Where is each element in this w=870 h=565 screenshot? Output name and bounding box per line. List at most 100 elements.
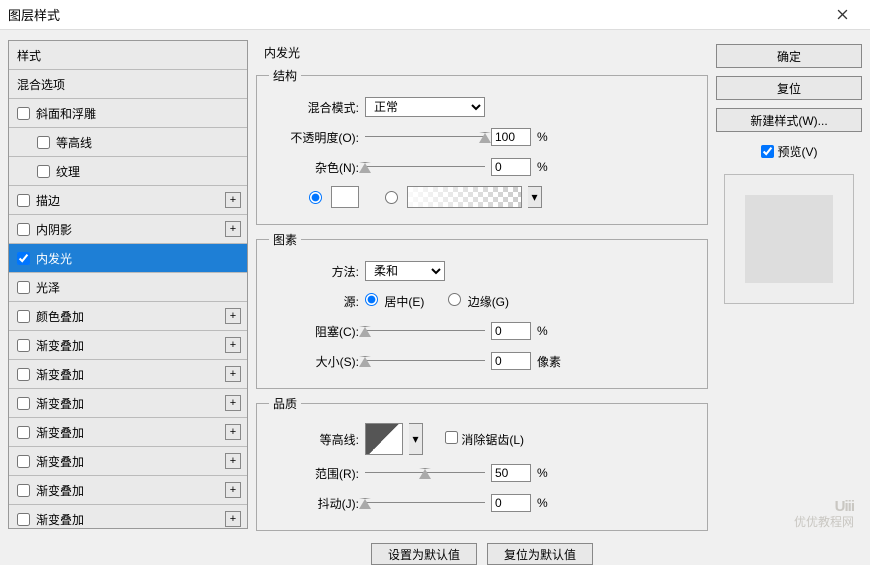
style-checkbox[interactable] [17, 426, 30, 439]
gradient-arrow[interactable]: ▾ [528, 186, 542, 208]
style-item-label: 内发光 [36, 250, 72, 267]
style-item[interactable]: 渐变叠加+ [9, 389, 247, 418]
gradient-radio[interactable] [385, 191, 398, 204]
style-item[interactable]: 斜面和浮雕 [9, 99, 247, 128]
choke-slider[interactable] [365, 324, 485, 338]
new-style-button[interactable]: 新建样式(W)... [716, 108, 862, 132]
close-button[interactable] [822, 0, 862, 30]
list-header-blend[interactable]: 混合选项 [9, 70, 247, 99]
style-checkbox[interactable] [17, 513, 30, 526]
style-item-label: 渐变叠加 [36, 337, 84, 354]
style-checkbox[interactable] [17, 252, 30, 265]
add-effect-button[interactable]: + [225, 395, 241, 411]
style-checkbox[interactable] [17, 368, 30, 381]
watermark: Uiii 优优教程网 [794, 499, 854, 529]
blend-mode-label: 混合模式: [269, 99, 359, 116]
source-center-option[interactable]: 居中(E) [365, 293, 424, 310]
style-item-label: 纹理 [56, 163, 80, 180]
structure-group: 结构 混合模式: 正常 不透明度(O): % 杂色(N): % [256, 67, 708, 225]
choke-label: 阻塞(C): [269, 323, 359, 340]
antialias-checkbox[interactable]: 消除锯齿(L) [445, 431, 524, 448]
titlebar: 图层样式 [0, 0, 870, 30]
style-item[interactable]: 渐变叠加 + [9, 331, 247, 360]
add-effect-button[interactable]: + [225, 337, 241, 353]
size-unit: 像素 [537, 353, 567, 370]
style-item[interactable]: 光泽 [9, 273, 247, 302]
action-panel: 确定 复位 新建样式(W)... 预览(V) [716, 40, 862, 529]
method-select[interactable]: 柔和 [365, 261, 445, 281]
style-item-label: 等高线 [56, 134, 92, 151]
style-item-label: 颜色叠加 [36, 308, 84, 325]
blend-mode-select[interactable]: 正常 [365, 97, 485, 117]
quality-legend: 品质 [269, 395, 301, 412]
add-effect-button[interactable]: + [225, 424, 241, 440]
ok-button[interactable]: 确定 [716, 44, 862, 68]
noise-slider[interactable] [365, 160, 485, 174]
noise-input[interactable] [491, 158, 531, 176]
add-effect-button[interactable]: + [225, 366, 241, 382]
style-item[interactable]: 渐变叠加 + [9, 360, 247, 389]
noise-label: 杂色(N): [269, 159, 359, 176]
style-checkbox[interactable] [17, 223, 30, 236]
style-checkbox[interactable] [17, 107, 30, 120]
reset-button[interactable]: 复位 [716, 76, 862, 100]
style-item[interactable]: 描边+ [9, 186, 247, 215]
size-input[interactable] [491, 352, 531, 370]
range-slider[interactable] [365, 466, 485, 480]
add-effect-button[interactable]: + [225, 482, 241, 498]
range-unit: % [537, 466, 567, 480]
style-checkbox[interactable] [17, 310, 30, 323]
style-item[interactable]: 等高线 [9, 128, 247, 157]
add-effect-button[interactable]: + [225, 308, 241, 324]
style-item[interactable]: 内发光 [9, 244, 247, 273]
range-input[interactable] [491, 464, 531, 482]
contour-picker[interactable] [365, 423, 403, 455]
source-label: 源: [269, 293, 359, 310]
gradient-swatch[interactable] [407, 186, 522, 208]
range-label: 范围(R): [269, 465, 359, 482]
opacity-unit: % [537, 130, 567, 144]
style-item-label: 斜面和浮雕 [36, 105, 96, 122]
style-checkbox[interactable] [17, 484, 30, 497]
reset-default-button[interactable]: 复位为默认值 [487, 543, 593, 565]
opacity-input[interactable] [491, 128, 531, 146]
preview-box [724, 174, 854, 304]
style-item[interactable]: 渐变叠加+ [9, 505, 247, 529]
add-effect-button[interactable]: + [225, 221, 241, 237]
add-effect-button[interactable]: + [225, 511, 241, 527]
opacity-label: 不透明度(O): [269, 129, 359, 146]
style-item[interactable]: 内阴影+ [9, 215, 247, 244]
method-label: 方法: [269, 263, 359, 280]
preview-checkbox[interactable]: 预览(V) [716, 140, 862, 162]
size-slider[interactable] [365, 354, 485, 368]
jitter-input[interactable] [491, 494, 531, 512]
style-checkbox[interactable] [17, 339, 30, 352]
set-default-button[interactable]: 设置为默认值 [371, 543, 477, 565]
choke-input[interactable] [491, 322, 531, 340]
style-item-label: 渐变叠加 [36, 366, 84, 383]
color-swatch[interactable] [331, 186, 359, 208]
list-header-styles[interactable]: 样式 [9, 41, 247, 70]
contour-arrow[interactable]: ▾ [409, 423, 423, 455]
style-item-label: 渐变叠加 [36, 453, 84, 470]
quality-group: 品质 等高线: ▾ 消除锯齿(L) 范围(R): % 抖动(J): % [256, 395, 708, 531]
add-effect-button[interactable]: + [225, 192, 241, 208]
style-checkbox[interactable] [17, 397, 30, 410]
opacity-slider[interactable] [365, 130, 485, 144]
style-item[interactable]: 渐变叠加+ [9, 476, 247, 505]
panel-title: 内发光 [256, 40, 708, 61]
style-item[interactable]: 渐变叠加 + [9, 447, 247, 476]
add-effect-button[interactable]: + [225, 453, 241, 469]
style-item[interactable]: 纹理 [9, 157, 247, 186]
style-checkbox[interactable] [37, 165, 50, 178]
jitter-slider[interactable] [365, 496, 485, 510]
style-checkbox[interactable] [17, 455, 30, 468]
style-list: 样式 混合选项 斜面和浮雕等高线纹理描边+内阴影+内发光光泽颜色叠加+渐变叠加+… [8, 40, 248, 529]
style-checkbox[interactable] [17, 194, 30, 207]
solid-color-radio[interactable] [309, 191, 322, 204]
style-item[interactable]: 颜色叠加 + [9, 302, 247, 331]
style-item[interactable]: 渐变叠加+ [9, 418, 247, 447]
style-checkbox[interactable] [17, 281, 30, 294]
style-checkbox[interactable] [37, 136, 50, 149]
source-edge-option[interactable]: 边缘(G) [448, 293, 509, 310]
